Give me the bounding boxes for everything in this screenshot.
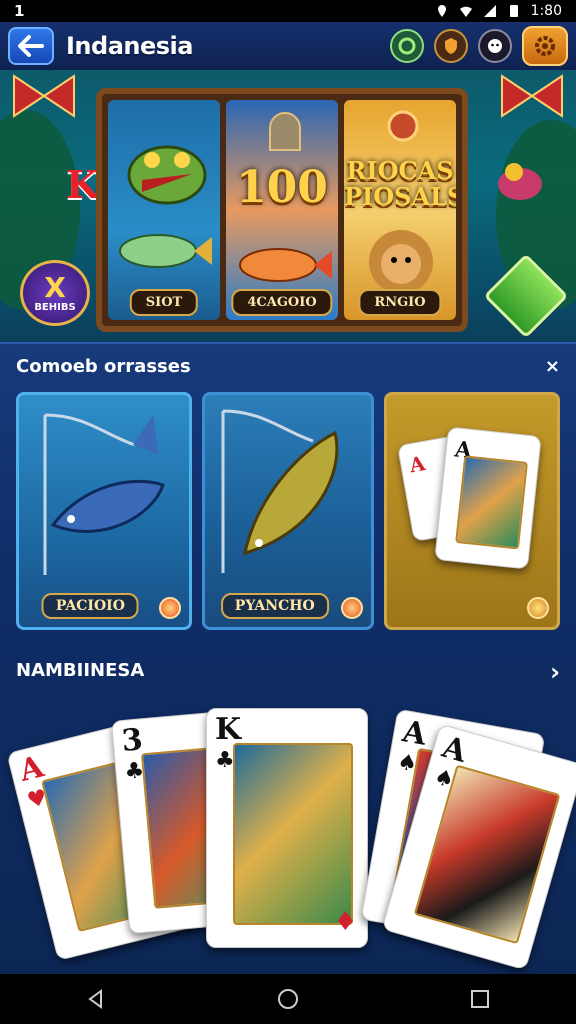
diamond-suit-icon: ♦ xyxy=(333,907,357,937)
bird-icon xyxy=(498,163,542,200)
statue-icon xyxy=(387,110,419,142)
status-left-text: 1 xyxy=(14,2,25,20)
section-1-close-button[interactable]: × xyxy=(545,356,560,377)
game-card-2-label: PYANCHO xyxy=(220,593,329,619)
side-card-letter: K xyxy=(66,162,100,207)
gem-icon xyxy=(527,597,549,619)
location-icon xyxy=(437,5,446,17)
face-icon xyxy=(488,39,502,53)
reel-1-label: SIOT xyxy=(129,289,199,316)
reel-3-big-text: RIOCAS PIOSALS xyxy=(344,156,456,211)
back-triangle-icon[interactable] xyxy=(85,988,107,1010)
mini-card-rank: A xyxy=(407,451,428,478)
shield-button[interactable] xyxy=(434,29,468,63)
mini-playing-card-front: A xyxy=(434,426,542,570)
bonus-badge[interactable]: X BEHIBS xyxy=(20,260,90,326)
gem-icon xyxy=(341,597,363,619)
fishing-tuna-icon xyxy=(43,413,165,575)
profile-button[interactable] xyxy=(478,29,512,63)
status-bar: 1 1:80 xyxy=(0,0,576,22)
slot-reels: SIOT 100 4CAGOIO RIOCAS PIOSALS RNGIO xyxy=(96,88,468,332)
bonus-badge-symbol: X xyxy=(44,270,66,304)
reel-2-label: 4CAGOIO xyxy=(231,289,333,316)
reel-3-label: RNGIO xyxy=(358,289,442,316)
reel-2[interactable]: 100 4CAGOIO xyxy=(226,100,338,320)
shield-icon xyxy=(445,38,457,54)
gear-icon xyxy=(535,36,555,56)
recents-square-icon[interactable] xyxy=(469,988,491,1010)
settings-button[interactable] xyxy=(522,26,568,66)
section-2-more-button[interactable]: › xyxy=(550,658,560,686)
card-art xyxy=(233,743,353,925)
game-card-3[interactable]: A A xyxy=(384,392,560,630)
fish-icon xyxy=(119,234,212,268)
lion-icon xyxy=(369,230,433,294)
system-nav-bar xyxy=(0,974,576,1024)
ribbon-bow-left-icon xyxy=(13,74,75,118)
game-card-1[interactable]: PACIOIO xyxy=(16,392,192,630)
card-art xyxy=(455,455,528,550)
wallet-button[interactable] xyxy=(390,29,424,63)
battery-icon xyxy=(509,5,518,17)
reel-2-big-text: 100 xyxy=(236,162,328,213)
fish-icon xyxy=(239,248,332,282)
fishing-perch-icon xyxy=(221,409,339,573)
status-time: 1:80 xyxy=(530,3,562,19)
gem-icon xyxy=(159,597,181,619)
section-1-title: Comoeb orrasses xyxy=(16,356,191,377)
playing-card-3[interactable]: K ♣ ♦ xyxy=(206,708,368,948)
section-2-title: NAMBIINESA xyxy=(16,660,145,681)
club-suit-icon: ♣ xyxy=(215,747,235,773)
bonus-badge-label: BEHIBS xyxy=(34,301,76,313)
ribbon-bow-right-icon xyxy=(501,74,563,118)
reel-1[interactable]: SIOT xyxy=(108,100,220,320)
app-header: Indanesia xyxy=(0,22,576,70)
card-3-rank: K xyxy=(215,712,242,747)
page-title: Indanesia xyxy=(66,32,193,60)
back-button[interactable] xyxy=(8,27,54,65)
helmet-icon xyxy=(269,112,301,151)
game-card-2[interactable]: PYANCHO xyxy=(202,392,374,630)
slot-banner[interactable]: K SIOT 100 4CAGOIO RIOCAS PIOSALS RNGIO … xyxy=(0,70,576,342)
signal-icon xyxy=(483,5,496,17)
card-2-rank: 3 xyxy=(120,722,145,760)
card-4-rank: A xyxy=(399,714,429,753)
wallet-icon xyxy=(398,37,416,55)
card-fan: A ♥ 3 ♣ K ♣ ♦ A ♠ A ♠ xyxy=(0,704,576,971)
monster-fish-icon xyxy=(127,145,207,205)
games-panel: Comoeb orrasses × PACIOIO PYANCHO A A NA… xyxy=(0,342,576,974)
wifi-icon xyxy=(459,6,472,17)
reel-3[interactable]: RIOCAS PIOSALS RNGIO xyxy=(344,100,456,320)
arrow-left-icon xyxy=(18,35,44,57)
home-circle-icon[interactable] xyxy=(277,988,299,1010)
game-card-1-label: PACIOIO xyxy=(41,593,139,619)
